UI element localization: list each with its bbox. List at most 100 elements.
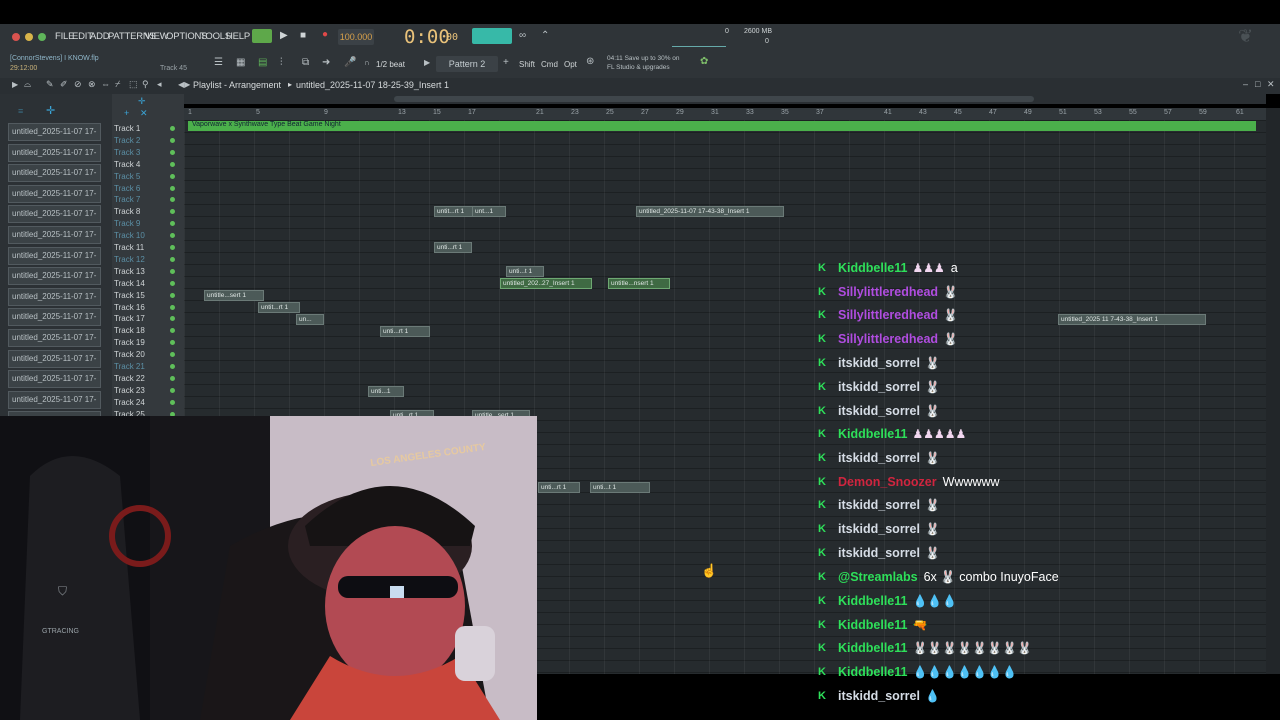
track-mute-led[interactable] [170,209,175,215]
audio-clip[interactable]: untitled_2025 11 7-43-38_Insert 1 [1058,314,1206,325]
plugin-icon[interactable]: ✿ [700,56,708,67]
track-name[interactable]: Track 19 [114,338,145,347]
mute-tool-icon[interactable]: ⊗ [88,79,96,90]
audio-clip[interactable]: untitled_202..27_Insert 1 [500,278,592,289]
horizontal-scroll-thumb[interactable] [394,96,1034,102]
promo-line-2[interactable]: FL Studio & upgrades [607,64,670,71]
browser-item[interactable]: untitled_2025-11-07 17- [8,205,101,224]
track-name[interactable]: Track 16 [114,303,145,312]
track-mute-led[interactable] [170,375,175,381]
browser-item[interactable]: untitled_2025-11-07 17- [8,226,101,244]
pattern-prev-icon[interactable]: ▶ [424,58,430,67]
track-mute-led[interactable] [170,268,175,274]
track-name[interactable]: Track 15 [114,291,145,300]
slip-tool-icon[interactable]: ⇔ [101,79,110,89]
pencil-tool-icon[interactable]: ✎ [46,79,54,90]
browser-item[interactable]: untitled_2025-11-07 17- [8,370,101,389]
delete-tool-icon[interactable]: ⊘ [74,79,82,90]
browser-item[interactable]: untitled_2025-11-07 17- [8,184,101,203]
track-mute-led[interactable] [170,387,175,393]
browser-item[interactable]: untitled_2025-11-07 17- [8,123,101,141]
track-name[interactable]: Track 17 [114,314,145,323]
track-mute-led[interactable] [170,340,175,346]
track-mute-led[interactable] [170,221,175,227]
record-icon[interactable]: ● [322,29,328,40]
track-mute-led[interactable] [170,137,175,143]
track-mute-led[interactable] [170,161,175,167]
browser-item[interactable]: untitled_2025-11-07 17- [8,308,101,327]
audio-clip[interactable]: un... [296,314,324,325]
snap-selector[interactable]: 1/2 beat [376,60,405,69]
track-remove-icon[interactable]: ✕ [140,108,148,119]
audio-clip[interactable]: untitled_2025-11-07 17-43-38_Insert 1 [636,206,784,217]
track-mute-led[interactable] [170,197,175,203]
track-name[interactable]: Track 12 [114,255,145,264]
track-mute-led[interactable] [170,233,175,239]
playlist-menu-icon[interactable]: ▶ [12,80,18,89]
track-mute-led[interactable] [170,185,175,191]
stop-icon[interactable]: ■ [300,30,306,41]
track-mute-led[interactable] [170,352,175,358]
track-name[interactable]: Track 23 [114,386,145,395]
audio-clip[interactable]: unti...rt 1 [538,482,580,493]
audio-clip[interactable]: unti...t 1 [590,482,650,493]
browser-item[interactable]: untitled_2025-11-07 17- [8,143,101,162]
audio-clip[interactable]: unt...1 [472,206,506,217]
audio-clip[interactable]: unti...t 1 [506,266,544,277]
audio-clip[interactable]: unti...rt 1 [434,242,472,253]
track-mute-led[interactable] [170,316,175,322]
track-name[interactable]: Track 9 [114,219,140,228]
menu-help[interactable]: HELP [226,31,250,42]
track-mute-led[interactable] [170,328,175,334]
track-add-icon[interactable]: ✛ [138,96,146,107]
select-tool-icon[interactable]: ⬚ [129,79,138,90]
track-mute-led[interactable] [170,292,175,298]
slice-tool-icon[interactable]: ⌿ [115,79,120,90]
track-name[interactable]: Track 11 [114,243,144,252]
pattern-song-toggle[interactable] [472,28,512,44]
track-name[interactable]: Track 8 [114,207,140,216]
track-name[interactable]: Track 13 [114,267,145,276]
track-name[interactable]: Track 24 [114,398,145,407]
pattern-selector[interactable]: Pattern 2 [436,56,498,72]
track-name[interactable]: Track 20 [114,350,145,359]
promo-line-1[interactable]: 04:11 Save up to 30% on [607,55,680,62]
track-name[interactable]: Track 6 [114,184,140,193]
piano-roll-icon[interactable]: ▦ [236,57,245,68]
track-name[interactable]: Track 7 [114,195,140,204]
track-mute-led[interactable] [170,256,175,262]
mixer-icon[interactable]: ⫶ [280,57,283,68]
detach-icon[interactable]: – [1243,79,1248,89]
track-name[interactable]: Track 5 [114,172,140,181]
track-name[interactable]: Track 4 [114,160,140,169]
menu-add[interactable]: ADD [90,31,110,42]
shift-button[interactable]: Shift [519,60,535,69]
horizontal-scrollbar[interactable] [184,94,1266,104]
tempo-display[interactable]: 100.000 [338,29,374,45]
vertical-scrollbar[interactable] [1266,108,1280,674]
play-icon[interactable]: ▶ [280,30,288,41]
browser-sort-icon[interactable]: ✛ [46,104,55,117]
cmd-button[interactable]: Cmd [541,60,558,69]
track-mute-led[interactable] [170,304,175,310]
track-name[interactable]: Track 22 [114,374,145,383]
brush-tool-icon[interactable]: ✐ [60,79,68,90]
track-name[interactable]: Track 3 [114,148,140,157]
magnet-icon[interactable]: ∩ [364,58,370,67]
browser-item[interactable]: untitled_2025-11-07 17- [8,390,101,409]
menu-view[interactable]: VIEW [145,31,169,42]
browser-icon[interactable]: ⧉ [302,57,309,68]
track-name[interactable]: Track 21 [114,362,145,371]
browser-item[interactable]: untitled_2025-11-07 17- [8,246,101,265]
track-mute-led[interactable] [170,364,175,369]
audio-clip[interactable]: untitle...sert 1 [204,290,264,301]
audio-clip[interactable]: unti...1 [368,386,404,397]
track-mute-led[interactable] [170,126,175,131]
track-name[interactable]: Track 14 [114,279,145,288]
magnet-tool-icon[interactable]: ⌓ [24,79,31,90]
browser-item[interactable]: untitled_2025-11-07 17- [8,287,101,306]
metronome-icon[interactable]: ∞ [519,30,526,41]
track-mute-led[interactable] [170,149,175,155]
channel-rack-icon[interactable]: ▤ [258,57,267,68]
track-mute-led[interactable] [170,245,175,250]
